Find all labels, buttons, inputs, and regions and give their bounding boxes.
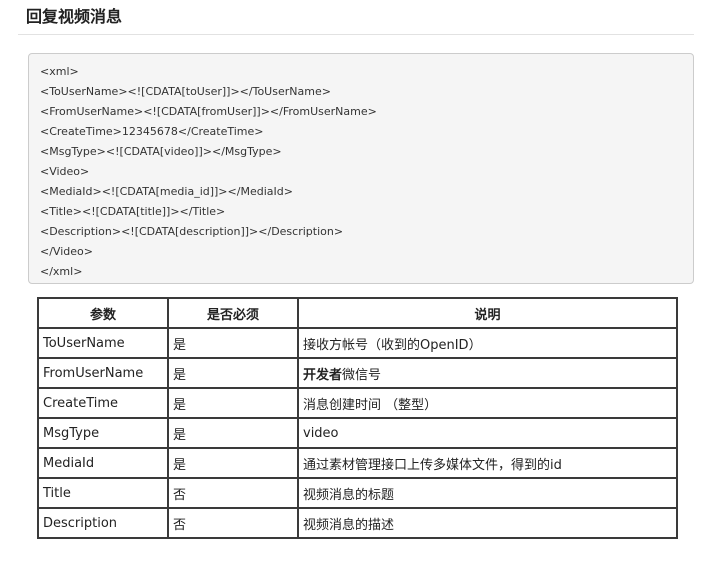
description-bold-prefix: 开发者 <box>303 367 343 383</box>
table-row: CreateTime 是 消息创建时间 （整型） <box>37 387 678 419</box>
required-cell: 否 <box>167 477 299 509</box>
code-line: <xml> <box>40 65 79 78</box>
xml-code-block: <xml> <ToUserName><![CDATA[toUser]]></To… <box>28 53 694 284</box>
param-cell: Description <box>37 507 169 539</box>
header-description: 说明 <box>297 297 678 329</box>
header-param: 参数 <box>37 297 169 329</box>
code-line: </Video> <box>40 245 93 258</box>
table-row: Title 否 视频消息的标题 <box>37 477 678 509</box>
code-line: <FromUserName><![CDATA[fromUser]]></From… <box>40 105 377 118</box>
table-row: ToUserName 是 接收方帐号（收到的OpenID） <box>37 327 678 359</box>
param-cell: CreateTime <box>37 387 169 419</box>
description-text: 微信号 <box>342 367 382 383</box>
param-cell: Title <box>37 477 169 509</box>
code-line: <MediaId><![CDATA[media_id]]></MediaId> <box>40 185 293 198</box>
required-cell: 否 <box>167 507 299 539</box>
required-cell: 是 <box>167 417 299 449</box>
description-cell: video <box>297 417 678 449</box>
description-cell: 通过素材管理接口上传多媒体文件，得到的id <box>297 447 678 479</box>
param-cell: FromUserName <box>37 357 169 389</box>
title-divider <box>18 34 694 35</box>
header-required: 是否必须 <box>167 297 299 329</box>
table-row: Description 否 视频消息的描述 <box>37 507 678 539</box>
table-header-row: 参数 是否必须 说明 <box>37 297 678 329</box>
table-row: MediaId 是 通过素材管理接口上传多媒体文件，得到的id <box>37 447 678 479</box>
required-cell: 是 <box>167 327 299 359</box>
param-cell: MediaId <box>37 447 169 479</box>
required-cell: 是 <box>167 447 299 479</box>
param-cell: ToUserName <box>37 327 169 359</box>
code-line: </xml> <box>40 265 83 278</box>
table-row: MsgType 是 video <box>37 417 678 449</box>
description-cell: 开发者微信号 <box>297 357 678 389</box>
code-line: <Title><![CDATA[title]]></Title> <box>40 205 226 218</box>
page-title: 回复视频消息 <box>26 7 123 26</box>
code-line: <Description><![CDATA[description]]></De… <box>40 225 344 238</box>
description-cell: 视频消息的标题 <box>297 477 678 509</box>
code-line: <MsgType><![CDATA[video]]></MsgType> <box>40 145 282 158</box>
description-cell: 视频消息的描述 <box>297 507 678 539</box>
parameter-table: 参数 是否必须 说明 ToUserName 是 接收方帐号（收到的OpenID）… <box>37 297 678 539</box>
code-line: <Video> <box>40 165 90 178</box>
required-cell: 是 <box>167 387 299 419</box>
table-row: FromUserName 是 开发者微信号 <box>37 357 678 389</box>
required-cell: 是 <box>167 357 299 389</box>
description-cell: 接收方帐号（收到的OpenID） <box>297 327 678 359</box>
param-cell: MsgType <box>37 417 169 449</box>
code-line: <CreateTime>12345678</CreateTime> <box>40 125 264 138</box>
code-line: <ToUserName><![CDATA[toUser]]></ToUserNa… <box>40 85 331 98</box>
description-cell: 消息创建时间 （整型） <box>297 387 678 419</box>
